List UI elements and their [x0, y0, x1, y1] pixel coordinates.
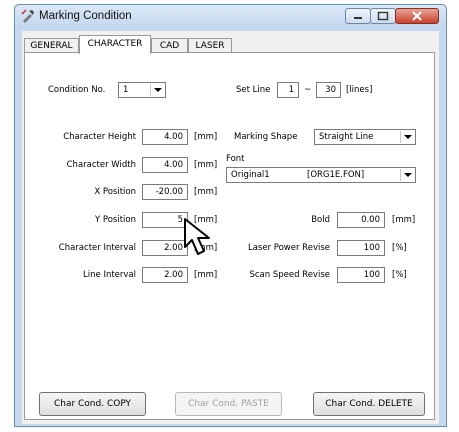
char-cond-delete-button[interactable]: Char Cond. DELETE: [313, 392, 425, 416]
bold-label: Bold: [311, 215, 330, 225]
laser-power-revise-input[interactable]: 100: [337, 240, 385, 256]
scan-speed-revise-unit: [%]: [392, 270, 407, 280]
maximize-icon: [377, 11, 389, 21]
set-line-from-input[interactable]: 1: [277, 82, 299, 98]
condition-no-value: 1: [123, 85, 129, 95]
y-position-input[interactable]: 5: [142, 212, 188, 228]
x-position-input[interactable]: -20.00: [142, 184, 188, 200]
chevron-down-icon[interactable]: [400, 169, 414, 181]
bold-input[interactable]: 0.00: [337, 212, 385, 228]
chevron-down-icon[interactable]: [150, 84, 164, 96]
character-width-input[interactable]: 4.00: [142, 157, 188, 173]
maximize-button[interactable]: [370, 8, 396, 24]
font-name: Original1: [231, 170, 270, 180]
close-icon: [412, 11, 422, 21]
font-label: Font: [226, 154, 245, 164]
laser-power-revise-unit: [%]: [392, 243, 407, 253]
marking-shape-select[interactable]: Straight Line: [314, 129, 416, 145]
marking-shape-value: Straight Line: [319, 132, 374, 142]
marking-app-icon: [21, 9, 34, 23]
tab-general[interactable]: GENERAL: [24, 38, 79, 53]
marking-shape-label: Marking Shape: [234, 132, 298, 142]
minimize-button[interactable]: [345, 8, 371, 24]
mouse-pointer-icon: [184, 218, 210, 255]
character-height-label: Character Height: [63, 132, 136, 142]
condition-no-label: Condition No.: [48, 85, 106, 95]
char-cond-copy-button[interactable]: Char Cond. COPY: [39, 392, 146, 416]
tab-cad[interactable]: CAD: [151, 38, 188, 53]
condition-no-select[interactable]: 1: [118, 82, 166, 98]
character-interval-label: Character Interval: [58, 243, 136, 253]
character-width-label: Character Width: [66, 160, 136, 170]
x-position-unit: [mm]: [194, 187, 218, 197]
font-file: [ORG1E.FON]: [307, 170, 365, 180]
minimize-icon: [354, 17, 362, 19]
scan-speed-revise-input[interactable]: 100: [337, 267, 385, 283]
font-select[interactable]: Original1 [ORG1E.FON]: [226, 167, 416, 183]
set-line-label: Set Line: [236, 85, 271, 95]
x-position-label: X Position: [94, 187, 136, 197]
character-height-unit: [mm]: [194, 132, 218, 142]
character-width-unit: [mm]: [194, 160, 218, 170]
dialog-client: GENERAL CHARACTER CAD LASER Condition No…: [22, 31, 439, 424]
window-title: Marking Condition: [39, 10, 132, 22]
bold-unit: [mm]: [392, 215, 416, 225]
line-interval-label: Line Interval: [83, 270, 136, 280]
laser-power-revise-label: Laser Power Revise: [247, 243, 330, 253]
title-bar[interactable]: Marking Condition: [15, 5, 446, 29]
close-button[interactable]: [395, 8, 439, 24]
char-cond-paste-button[interactable]: Char Cond. PASTE: [175, 392, 282, 416]
character-interval-input[interactable]: 2.00: [142, 240, 188, 256]
character-height-input[interactable]: 4.00: [142, 129, 188, 145]
character-panel: Condition No. 1 Set Line 1 ~ 30 [lines] …: [24, 52, 435, 420]
chevron-down-icon[interactable]: [400, 131, 414, 143]
set-line-to-input[interactable]: 30: [316, 82, 341, 98]
line-interval-input[interactable]: 2.00: [142, 267, 188, 283]
tab-laser[interactable]: LASER: [188, 38, 232, 53]
set-line-separator: ~: [304, 85, 312, 95]
scan-speed-revise-label: Scan Speed Revise: [249, 270, 330, 280]
line-interval-unit: [mm]: [194, 270, 218, 280]
marking-condition-window: Marking Condition GENERAL CHARACTER CAD …: [14, 4, 447, 427]
y-position-label: Y Position: [95, 215, 136, 225]
tab-character[interactable]: CHARACTER: [79, 35, 151, 54]
set-line-unit: [lines]: [346, 85, 373, 95]
